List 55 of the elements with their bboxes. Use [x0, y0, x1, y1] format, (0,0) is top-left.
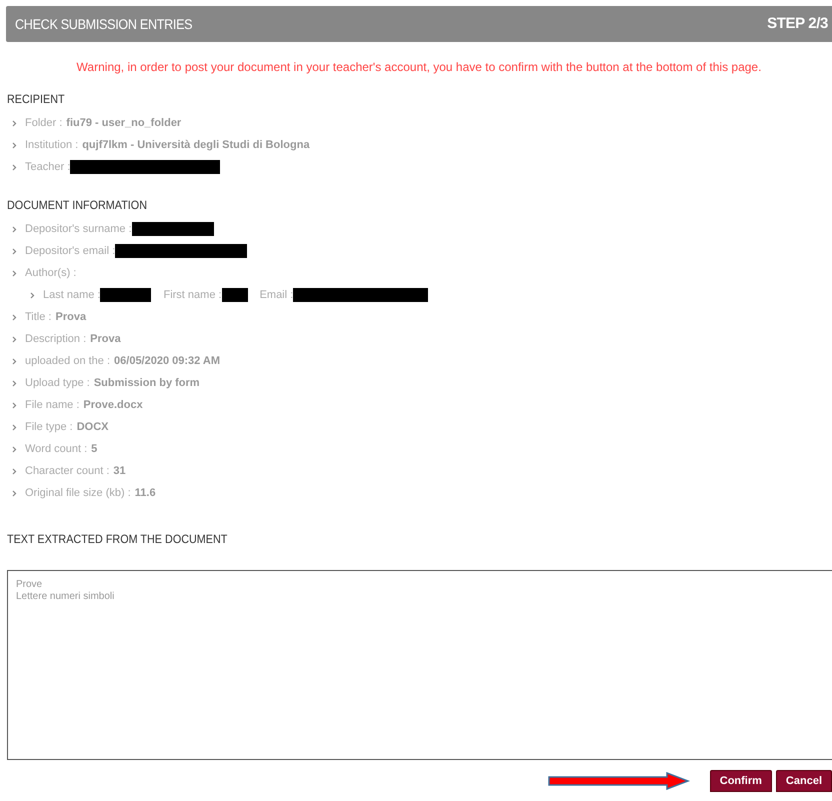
chevron-icon: [12, 490, 17, 496]
field-label: Email :: [260, 288, 294, 303]
chevron-icon: [12, 468, 17, 474]
field-value: qujf7lkm - Università degli Studi di Bologna: [82, 138, 310, 153]
step-indicator: STEP 2/3: [767, 14, 828, 34]
field-label: Author(s) :: [25, 266, 76, 281]
extracted-text-line: Prove: [16, 579, 44, 591]
chevron-icon: [12, 424, 17, 430]
field-label: Original file size (kb) :: [25, 486, 131, 501]
chevron-icon: [30, 292, 35, 298]
chevron-icon: [12, 358, 17, 364]
field-label: uploaded on the :: [25, 354, 110, 369]
field-value: DOCX: [76, 420, 108, 435]
field-label: Folder :: [25, 116, 62, 131]
field-label: Title :: [25, 310, 52, 325]
field-value: 31: [113, 464, 126, 479]
field-value: Prove.docx: [83, 398, 143, 413]
field-label: Depositor's surname :: [25, 222, 132, 237]
field-label: Last name :: [43, 288, 100, 303]
chevron-icon: [12, 248, 17, 254]
chevron-icon: [12, 446, 17, 452]
warning-message: Warning, in order to post your document in your teacher's account, you have to confirm with the button at the bottom of this page.: [76, 59, 762, 76]
cancel-button[interactable]: Cancel: [776, 770, 832, 792]
field-label: Teacher :: [25, 160, 70, 175]
field-value: 5: [91, 442, 98, 457]
section-heading: RECIPIENT: [7, 91, 65, 108]
page-title: CHECK SUBMISSION ENTRIES: [15, 14, 192, 34]
field-value: Prova: [56, 310, 86, 325]
field-value: fiu79 - user_no_folder: [66, 116, 182, 131]
confirm-button[interactable]: Confirm: [710, 770, 772, 792]
chevron-icon: [12, 402, 17, 408]
chevron-icon: [12, 164, 17, 170]
field-label: File name :: [25, 398, 80, 413]
field-label: Description :: [25, 332, 86, 347]
section-heading: DOCUMENT INFORMATION: [7, 197, 147, 214]
section-heading: TEXT EXTRACTED FROM THE DOCUMENT: [7, 531, 228, 548]
field-label: First name :: [163, 288, 222, 303]
extracted-text-line: Lettere numeri simboli: [16, 591, 116, 603]
field-value: Prova: [90, 332, 121, 347]
chevron-icon: [12, 314, 17, 320]
chevron-icon: [12, 120, 17, 126]
field-value: 11.6: [134, 486, 156, 501]
field-label: Character count :: [25, 464, 110, 479]
field-value: 06/05/2020 09:32 AM: [114, 354, 220, 369]
chevron-icon: [12, 336, 17, 342]
field-value: Submission by form: [94, 376, 200, 391]
field-label: Depositor's email :: [25, 244, 116, 259]
chevron-icon: [12, 270, 17, 276]
field-label: Word count :: [25, 442, 88, 457]
field-label: File type :: [25, 420, 73, 435]
field-label: Institution :: [25, 138, 78, 153]
chevron-icon: [12, 380, 17, 386]
field-label: Upload type :: [25, 376, 90, 391]
chevron-icon: [12, 226, 17, 232]
chevron-icon: [12, 142, 17, 148]
